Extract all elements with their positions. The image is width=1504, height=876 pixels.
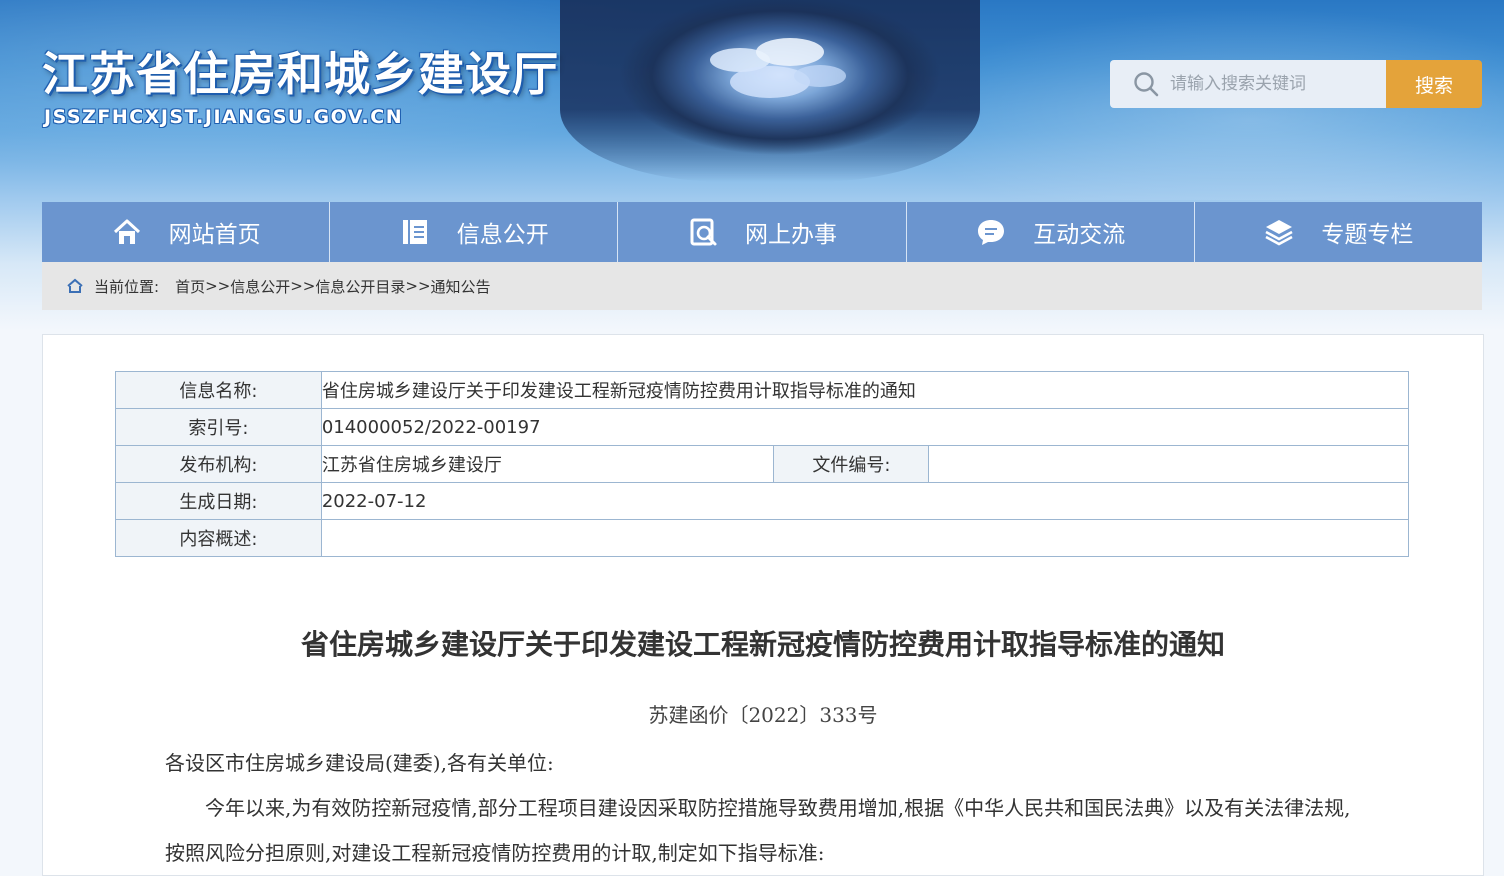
document-body: 各设区市住房城乡建设局(建委),各有关单位: 今年以来,为有效防控新冠疫情,部分… [165,741,1365,876]
breadcrumb-separator: >> [205,277,231,295]
site-url: JSSZFHCXJST.JIANGSU.GOV.CN [44,106,404,128]
search-field-wrapper [1110,60,1386,108]
generation-date-label: 生成日期: [115,482,322,520]
home-icon [113,219,140,244]
breadcrumb-separator: >> [405,277,431,295]
generation-date-value: 2022-07-12 [320,482,1410,520]
table-row: 发布机构: 江苏省住房城乡建设厅 文件编号: [115,445,1409,483]
table-row: 索引号: 014000052/2022-00197 [115,408,1410,446]
nav-item-special-topics[interactable]: 专题专栏 [1195,202,1482,262]
table-row: 信息名称: 省住房城乡建设厅关于印发建设工程新冠疫情防控费用计取指导标准的通知 [115,371,1410,409]
document-icon [402,220,427,244]
search-input[interactable] [1168,73,1372,95]
table-row: 内容概述: [115,519,1410,557]
nav-item-online-service[interactable]: 网上办事 [618,202,907,262]
banner-stadium-image [560,0,980,182]
breadcrumb-separator: >> [290,277,316,295]
layers-icon [1265,220,1294,246]
nav-item-label: 网站首页 [168,222,261,248]
site-title: 江苏省住房和城乡建设厅 [42,47,559,101]
breadcrumb: 当前位置: 首页 >> 信息公开 >> 信息公开目录 >> 通知公告 [42,262,1482,310]
document-number: 苏建函价〔2022〕333号 [648,703,878,727]
document-number-value [928,445,1409,483]
content-summary-label: 内容概述: [115,519,322,557]
breadcrumb-notices[interactable]: 通知公告 [431,276,491,297]
index-number-label: 索引号: [115,408,322,446]
nav-item-label: 专题专栏 [1321,222,1414,248]
document-title: 省住房城乡建设厅关于印发建设工程新冠疫情防控费用计取指导标准的通知 [300,628,1225,661]
info-name-label: 信息名称: [115,371,322,409]
publisher-value: 江苏省住房城乡建设厅 [320,445,775,483]
breadcrumb-prefix: 当前位置: [94,277,160,296]
breadcrumb-home[interactable]: 首页 [175,276,205,297]
info-metadata-table: 信息名称: 省住房城乡建设厅关于印发建设工程新冠疫情防控费用计取指导标准的通知 … [115,371,1410,557]
document-number-label: 文件编号: [773,445,930,483]
index-number-value: 014000052/2022-00197 [320,408,1410,446]
location-home-icon [67,278,83,293]
nav-item-label: 信息公开 [456,222,549,248]
breadcrumb-info-disclosure[interactable]: 信息公开 [230,276,290,297]
content-panel: 信息名称: 省住房城乡建设厅关于印发建设工程新冠疫情防控费用计取指导标准的通知 … [42,334,1484,876]
table-row: 生成日期: 2022-07-12 [115,482,1410,520]
nav-item-label: 互动交流 [1033,222,1126,248]
document-salutation: 各设区市住房城乡建设局(建委),各有关单位: [165,751,554,775]
nav-item-info-disclosure[interactable]: 信息公开 [330,202,619,262]
main-nav: 网站首页 信息公开 网上办事 互动交流 专题专栏 [42,202,1482,262]
publisher-label: 发布机构: [115,445,322,483]
nav-item-home[interactable]: 网站首页 [42,202,331,262]
search-box: 搜索 [1110,60,1482,108]
service-icon [690,218,717,246]
nav-item-interaction[interactable]: 互动交流 [907,202,1195,262]
nav-item-label: 网上办事 [745,222,837,248]
chat-icon [978,220,1005,245]
info-name-value: 省住房城乡建设厅关于印发建设工程新冠疫情防控费用计取指导标准的通知 [320,371,1410,409]
breadcrumb-info-catalog[interactable]: 信息公开目录 [315,276,405,297]
document-paragraph: 今年以来,为有效防控新冠疫情,部分工程项目建设因采取防控措施导致费用增加,根据《… [165,796,1351,865]
search-button[interactable]: 搜索 [1386,60,1482,108]
search-icon [1134,72,1159,97]
content-summary-value [320,519,1410,557]
stadium-illustration [710,38,846,98]
